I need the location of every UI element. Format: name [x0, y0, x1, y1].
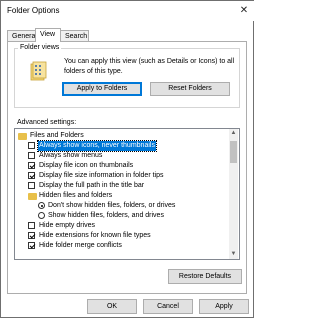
checkbox[interactable] [28, 172, 35, 179]
folder-icon [28, 193, 37, 200]
scroll-down-icon[interactable]: ▼ [229, 250, 238, 259]
checkbox[interactable] [28, 242, 35, 249]
checkbox[interactable] [28, 162, 35, 169]
checkbox[interactable] [28, 152, 35, 159]
tab-search[interactable]: Search [60, 30, 89, 41]
checkbox[interactable] [28, 222, 35, 229]
folder-views-icon [30, 60, 48, 82]
folder-icon [18, 133, 27, 140]
folder-views-label: Folder views [18, 44, 62, 52]
apply-button[interactable]: Apply [199, 299, 249, 314]
tab-general[interactable]: General [7, 30, 37, 41]
window-title: Folder Options [7, 6, 60, 15]
restore-defaults-button[interactable]: Restore Defaults [168, 269, 242, 284]
reset-folders-button[interactable]: Reset Folders [150, 82, 230, 96]
advanced-settings-list[interactable]: Files and Folders Always show icons, nev… [14, 128, 240, 260]
apply-to-folders-button[interactable]: Apply to Folders [62, 82, 142, 96]
tab-view[interactable]: View [35, 28, 61, 42]
view-tab-panel: Folder views You can apply this view (su… [7, 41, 247, 294]
title-bar[interactable]: Folder Options ✕ [1, 1, 255, 21]
folder-views-description: You can apply this view (such as Details… [64, 58, 235, 75]
advanced-settings-label: Advanced settings: [17, 119, 77, 126]
radio-button[interactable] [38, 202, 45, 209]
vertical-scrollbar[interactable]: ▲ ▼ [229, 129, 238, 259]
checkbox[interactable] [28, 142, 35, 149]
folder-options-window: Folder Options ✕ General View Search Fol… [0, 0, 255, 318]
checkbox[interactable] [28, 182, 35, 189]
ok-button[interactable]: OK [87, 299, 137, 314]
radio-button[interactable] [38, 212, 45, 219]
checkbox[interactable] [28, 232, 35, 239]
cancel-button[interactable]: Cancel [143, 299, 193, 314]
scrollbar-thumb[interactable] [230, 141, 237, 163]
close-icon[interactable]: ✕ [237, 4, 251, 18]
scroll-up-icon[interactable]: ▲ [229, 129, 238, 138]
